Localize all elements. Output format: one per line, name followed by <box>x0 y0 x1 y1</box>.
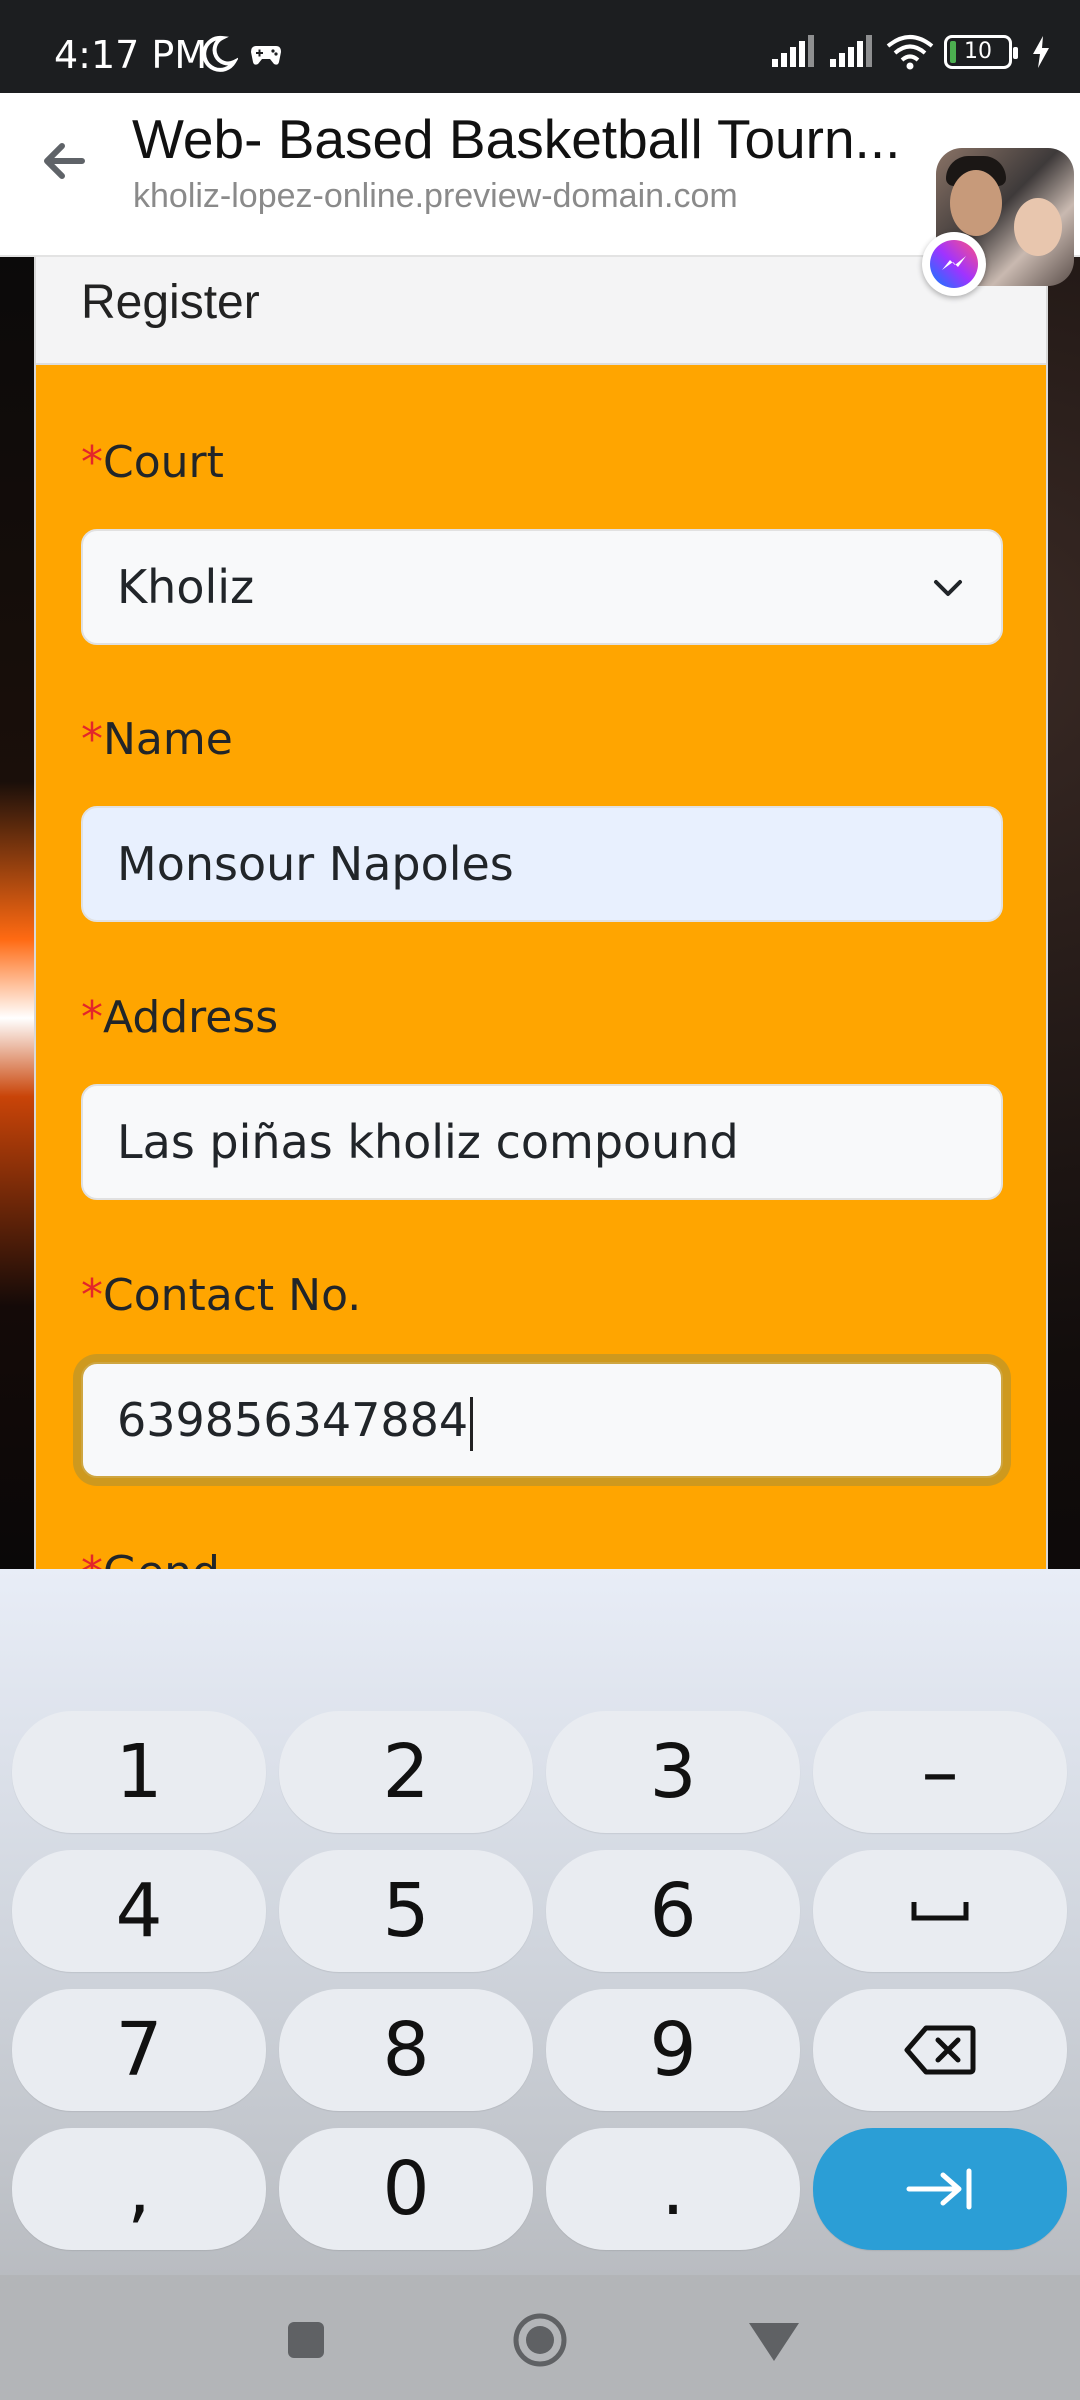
key-5[interactable]: 5 <box>279 1850 533 1972</box>
address-label: *Address <box>81 992 279 1043</box>
contact-input[interactable]: 639856347884 <box>81 1362 1003 1478</box>
page-title: Web- Based Basketball Tourn... <box>132 108 901 170</box>
register-card: Register *Court Kholiz *Name Monsour Nap… <box>34 257 1048 1569</box>
required-mark: * <box>81 992 103 1043</box>
numeric-keyboard: 1 2 3 – 4 5 6 7 8 9 , 0 . <box>0 1569 1080 2275</box>
card-title: Register <box>81 276 260 329</box>
page-url: kholiz-lopez-online.preview-domain.com <box>133 177 738 215</box>
battery-icon: 10 <box>944 35 1018 69</box>
messenger-icon <box>922 232 986 296</box>
next-icon <box>906 2168 972 2210</box>
key-4[interactable]: 4 <box>12 1850 266 1972</box>
chevron-down-icon <box>934 580 962 596</box>
key-backspace[interactable] <box>813 1989 1067 2111</box>
key-8[interactable]: 8 <box>279 1989 533 2111</box>
charging-icon <box>1033 36 1049 68</box>
home-icon[interactable] <box>505 2305 575 2375</box>
recents-icon[interactable] <box>271 2305 341 2375</box>
text-caret <box>470 1396 474 1451</box>
key-0[interactable]: 0 <box>279 2128 533 2250</box>
moon-icon <box>202 35 238 72</box>
required-mark: * <box>81 714 103 765</box>
address-input[interactable]: Las piñas kholiz compound <box>81 1084 1003 1200</box>
status-icons: 10 <box>770 30 1052 74</box>
key-period[interactable]: . <box>546 2128 800 2250</box>
game-icon <box>251 46 281 65</box>
browser-bar: Web- Based Basketball Tourn... kholiz-lo… <box>0 93 1080 257</box>
key-6[interactable]: 6 <box>546 1850 800 1972</box>
card-header: Register <box>36 257 1046 365</box>
key-9[interactable]: 9 <box>546 1989 800 2111</box>
wifi-icon <box>886 35 934 70</box>
back-nav-icon[interactable] <box>739 2305 809 2375</box>
court-label: *Court <box>81 437 224 488</box>
address-value: Las piñas kholiz compound <box>117 1115 739 1169</box>
key-comma[interactable]: , <box>12 2128 266 2250</box>
status-bar: 4:17 PM 10 <box>0 0 1080 93</box>
gender-label-partial: *Gend <box>81 1547 220 1569</box>
background-image <box>0 257 34 1569</box>
key-7[interactable]: 7 <box>12 1989 266 2111</box>
key-space[interactable] <box>813 1850 1067 1972</box>
contact-value: 639856347884 <box>117 1393 469 1447</box>
key-next[interactable] <box>813 2128 1067 2250</box>
name-input[interactable]: Monsour Napoles <box>81 806 1003 922</box>
key-minus[interactable]: – <box>813 1711 1067 1833</box>
key-1[interactable]: 1 <box>12 1711 266 1833</box>
status-time: 4:17 PM <box>54 33 208 77</box>
name-value: Monsour Napoles <box>117 837 514 891</box>
name-label: *Name <box>81 714 233 765</box>
key-2[interactable]: 2 <box>279 1711 533 1833</box>
back-arrow-icon[interactable] <box>36 133 92 189</box>
court-value: Kholiz <box>117 560 255 614</box>
signal-icon <box>772 35 814 67</box>
key-3[interactable]: 3 <box>546 1711 800 1833</box>
backspace-icon <box>904 2025 976 2075</box>
required-mark: * <box>81 437 103 488</box>
navigation-bar <box>0 2275 1080 2400</box>
required-mark: * <box>81 1270 103 1321</box>
space-icon <box>911 1902 969 1921</box>
contact-label: *Contact No. <box>81 1270 362 1321</box>
signal-icon <box>830 35 872 67</box>
court-select[interactable]: Kholiz <box>81 529 1003 645</box>
